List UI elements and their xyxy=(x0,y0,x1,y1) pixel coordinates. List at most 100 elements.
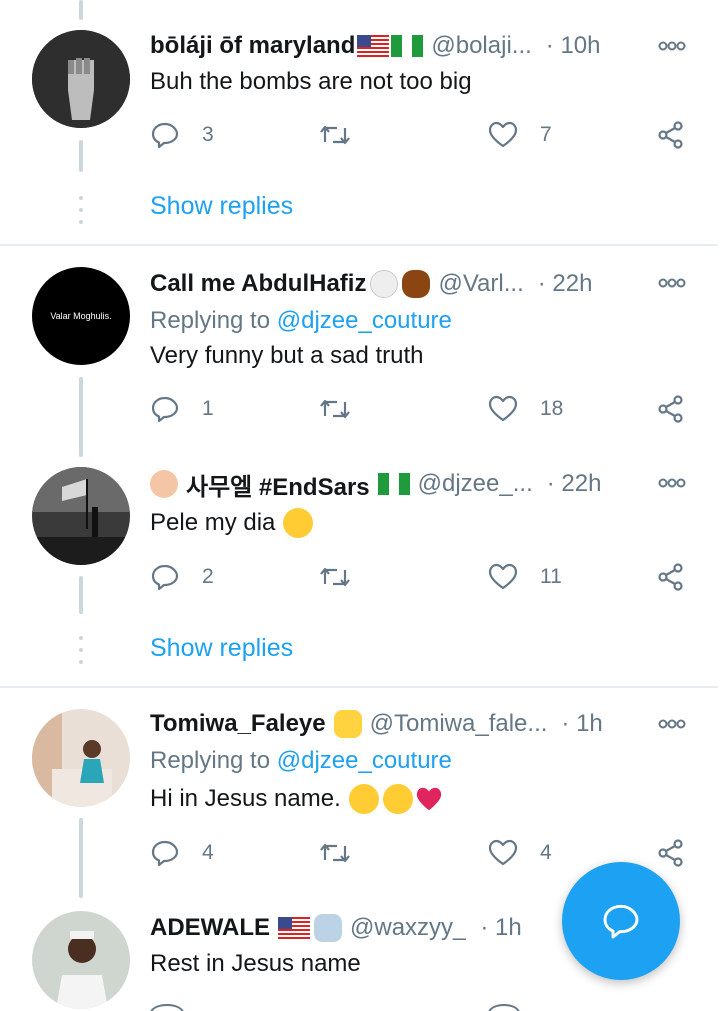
handle[interactable]: @bolaji... xyxy=(431,32,531,60)
reply-count: 1 xyxy=(202,397,214,420)
timestamp[interactable]: · 1h xyxy=(480,914,521,942)
reply-count: 3 xyxy=(202,123,214,146)
like-icon xyxy=(488,563,518,590)
retweet-icon xyxy=(320,399,350,419)
mention-link[interactable]: @djzee_couture xyxy=(277,307,452,334)
like-count: 4 xyxy=(540,841,552,864)
retweet-button[interactable] xyxy=(318,562,352,592)
us-flag-icon xyxy=(357,35,390,57)
tweet-text: Pele my dia xyxy=(150,508,314,538)
divider xyxy=(0,244,718,246)
more-icon[interactable] xyxy=(658,277,686,289)
share-button[interactable] xyxy=(656,120,686,150)
share-icon xyxy=(658,839,683,867)
thread-dots xyxy=(79,196,83,232)
handle[interactable]: @waxzyy_ xyxy=(350,914,466,942)
thread-line xyxy=(79,576,83,614)
reply-button[interactable]: 4 xyxy=(150,838,214,868)
compose-reply-button[interactable] xyxy=(562,862,680,980)
tweet-header: Tomiwa_Faleye @Tomiwa_fale... · 1h xyxy=(150,708,610,740)
mention-link[interactable]: @djzee_couture xyxy=(277,747,452,774)
retweet-icon xyxy=(320,567,350,587)
laughing-emoji-icon xyxy=(283,508,314,538)
avatar[interactable]: Valar Moghulis. xyxy=(32,267,130,365)
reply-button[interactable]: 1 xyxy=(150,394,214,424)
nigeria-flag-icon xyxy=(391,35,424,57)
timestamp[interactable]: · 10h xyxy=(546,32,601,60)
baby-bottle-emoji-icon xyxy=(314,914,342,942)
like-button[interactable]: 4 xyxy=(488,838,552,868)
ghost-emoji-icon xyxy=(370,270,399,298)
replying-prefix: Replying to xyxy=(150,747,271,774)
handle[interactable]: @Tomiwa_fale... xyxy=(370,710,548,738)
replying-prefix: Replying to xyxy=(150,307,271,334)
more-icon[interactable] xyxy=(658,477,686,489)
protest-image xyxy=(32,467,130,565)
display-name[interactable]: bōláji ōf maryland xyxy=(150,32,424,60)
thread-dots xyxy=(79,636,83,672)
person-photo xyxy=(32,709,130,807)
reply-icon xyxy=(151,840,179,867)
tweet-actions: 3 7 xyxy=(150,120,690,154)
like-button[interactable]: 7 xyxy=(488,120,552,150)
share-button[interactable] xyxy=(656,838,686,868)
display-name[interactable]: Call me AbdulHafiz xyxy=(150,270,431,298)
tweet-text: Rest in Jesus name xyxy=(150,950,361,977)
thread-line xyxy=(79,818,83,898)
tweet-text: Very funny but a sad truth xyxy=(150,342,424,369)
avatar[interactable] xyxy=(32,467,130,565)
crying-emoji-icon xyxy=(348,784,379,814)
like-button[interactable]: 18 xyxy=(488,394,563,424)
footprints-emoji-icon xyxy=(402,270,431,298)
tweet-actions: 1 18 xyxy=(150,394,690,428)
handle[interactable]: @Varl... xyxy=(438,270,523,298)
retweet-button[interactable] xyxy=(318,838,352,868)
timestamp[interactable]: · 1h xyxy=(561,710,602,738)
retweet-icon xyxy=(320,843,350,863)
avatar[interactable] xyxy=(32,911,130,1009)
tweet-header: ADEWALE @waxzyy_ · 1h xyxy=(150,912,610,944)
display-name[interactable]: Tomiwa_Faleye xyxy=(150,710,362,738)
next-actions-row-clipped xyxy=(150,1004,690,1011)
share-icon xyxy=(658,395,683,423)
display-name[interactable]: 사무엘 #EndSars xyxy=(150,467,410,502)
more-icon[interactable] xyxy=(658,40,686,52)
tweet-header: Call me AbdulHafiz @Varl... · 22h xyxy=(150,268,610,300)
tweet-text: Hi in Jesus name. xyxy=(150,784,445,814)
like-icon xyxy=(488,839,518,866)
thread-line-top xyxy=(79,0,83,20)
avatar[interactable] xyxy=(32,709,130,807)
share-button[interactable] xyxy=(656,394,686,424)
share-icon xyxy=(658,121,683,149)
reply-button[interactable]: 3 xyxy=(150,120,214,150)
compose-icon xyxy=(603,904,639,939)
avatar-text: Valar Moghulis. xyxy=(50,311,112,321)
timestamp[interactable]: · 22h xyxy=(538,270,593,298)
thread-line xyxy=(79,140,83,172)
like-count: 7 xyxy=(540,123,552,146)
red-heart-icon xyxy=(416,787,441,811)
like-button[interactable]: 11 xyxy=(488,562,562,592)
avatar[interactable] xyxy=(32,30,130,128)
timestamp[interactable]: · 22h xyxy=(547,470,602,498)
thread-line xyxy=(79,377,83,457)
person-photo xyxy=(32,911,130,1009)
tweet-text: Buh the bombs are not too big xyxy=(150,68,472,95)
nigeria-flag-icon xyxy=(377,473,410,495)
juggler-emoji-icon xyxy=(150,470,178,498)
like-count: 11 xyxy=(540,565,562,588)
show-replies-link[interactable]: Show replies xyxy=(150,192,293,221)
reply-icon xyxy=(151,564,179,591)
retweet-button[interactable] xyxy=(318,120,352,150)
display-name[interactable]: ADEWALE xyxy=(150,914,342,942)
like-icon xyxy=(488,395,518,422)
reply-count: 4 xyxy=(202,841,214,864)
share-button[interactable] xyxy=(656,562,686,592)
fist-image xyxy=(32,30,130,128)
handle[interactable]: @djzee_... xyxy=(418,470,533,498)
more-icon[interactable] xyxy=(658,718,686,730)
reply-button[interactable]: 2 xyxy=(150,562,214,592)
show-replies-link[interactable]: Show replies xyxy=(150,634,293,663)
replying-to: Replying to @djzee_couture xyxy=(150,307,452,335)
retweet-button[interactable] xyxy=(318,394,352,424)
